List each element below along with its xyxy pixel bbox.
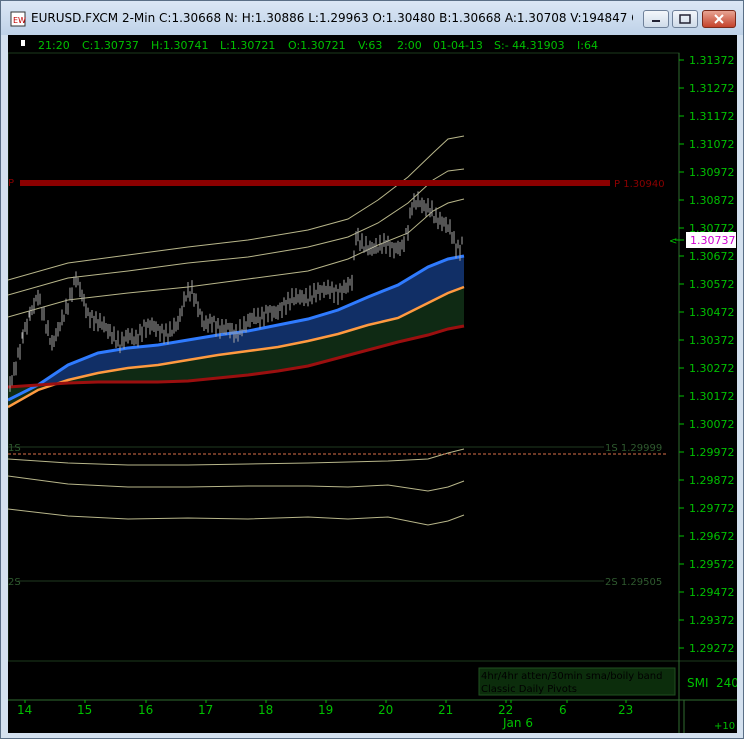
maximize-icon bbox=[679, 14, 691, 24]
time-label: 17 bbox=[198, 703, 213, 717]
time-label: 15 bbox=[77, 703, 92, 717]
app-icon: EW bbox=[10, 11, 26, 27]
price-label: 1.29572 bbox=[689, 558, 735, 571]
pivot-p-line: P P 1.30940 bbox=[8, 178, 665, 190]
price-label: 1.30472 bbox=[689, 306, 735, 319]
pivot-s2-value: 2S 1.29505 bbox=[605, 577, 662, 588]
pivot-s1-value: 1S 1.29999 bbox=[605, 443, 662, 454]
info-high: H:1.30741 bbox=[151, 39, 208, 52]
time-label: 21 bbox=[438, 703, 453, 717]
info-bar: 21:20 C:1.30737 H:1.30741 L:1.30721 O:1.… bbox=[21, 39, 598, 52]
price-label: 1.30572 bbox=[689, 278, 735, 291]
price-label: 1.30872 bbox=[689, 194, 735, 207]
pivot-p-value: P 1.30940 bbox=[614, 179, 665, 190]
chart-canvas[interactable]: 21:20 C:1.30737 H:1.30741 L:1.30721 O:1.… bbox=[7, 35, 739, 733]
chart-window: EW EURUSD.FXCM 2-Min C:1.30668 N: H:1.30… bbox=[0, 0, 744, 739]
price-label: 1.29472 bbox=[689, 586, 735, 599]
price-label: 1.29872 bbox=[689, 474, 735, 487]
price-label: 1.29972 bbox=[689, 446, 735, 459]
time-label: 14 bbox=[17, 703, 32, 717]
info-interval: 2:00 bbox=[397, 39, 422, 52]
price-label: 1.31372 bbox=[689, 54, 735, 67]
bollinger-lower-2 bbox=[7, 475, 465, 492]
time-axis[interactable]: 14 15 16 17 18 19 20 21 22Jan 6 6 23 bbox=[17, 700, 633, 730]
info-time: 21:20 bbox=[38, 39, 70, 52]
indicator-legend: 4hr/4hr atten/30min sma/boily band Class… bbox=[478, 667, 676, 696]
price-label: 1.31272 bbox=[689, 82, 735, 95]
bollinger-lower-1 bbox=[7, 448, 465, 466]
legend-line-2: Classic Daily Pivots bbox=[481, 684, 577, 695]
price-axis[interactable]: 1.31372 1.31272 1.31172 1.31072 1.30972 1.308… bbox=[679, 54, 735, 655]
info-date: 01-04-13 bbox=[433, 39, 483, 52]
window-title: EURUSD.FXCM 2-Min C:1.30668 N: H:1.30886… bbox=[31, 11, 633, 25]
legend-line-1: 4hr/4hr atten/30min sma/boily band bbox=[481, 671, 663, 682]
price-label: 1.31172 bbox=[689, 110, 735, 123]
bollinger-lower-3 bbox=[7, 508, 465, 526]
pivot-p-label: P bbox=[8, 178, 14, 189]
time-label: 20 bbox=[378, 703, 393, 717]
info-low: L:1.30721 bbox=[220, 39, 275, 52]
time-label: 16 bbox=[138, 703, 153, 717]
price-label: 1.30972 bbox=[689, 166, 735, 179]
minimize-button[interactable] bbox=[643, 10, 669, 28]
time-label: 18 bbox=[258, 703, 273, 717]
pivot-s1-line: 1S 1S 1.29999 bbox=[8, 443, 668, 455]
time-label: 23 bbox=[618, 703, 633, 717]
close-icon bbox=[714, 14, 724, 24]
price-label: 1.29772 bbox=[689, 502, 735, 515]
price-label: 1.29372 bbox=[689, 614, 735, 627]
cursor-marker bbox=[21, 40, 25, 46]
time-label: 22 bbox=[498, 703, 513, 717]
price-label: 1.30372 bbox=[689, 334, 735, 347]
info-i-value: I:64 bbox=[577, 39, 598, 52]
svg-text:EW: EW bbox=[13, 16, 26, 25]
minimize-icon bbox=[652, 20, 660, 22]
price-chart[interactable]: 21:20 C:1.30737 H:1.30741 L:1.30721 O:1.… bbox=[7, 35, 739, 733]
price-label: 1.29272 bbox=[689, 642, 735, 655]
current-price-label: 1.30737 bbox=[690, 234, 736, 247]
time-label: 6 bbox=[559, 703, 567, 717]
pivot-s2-line: 2S 2S 1.29505 bbox=[8, 577, 662, 588]
title-bar[interactable]: EW EURUSD.FXCM 2-Min C:1.30668 N: H:1.30… bbox=[1, 1, 743, 35]
svg-text:<: < bbox=[669, 236, 677, 247]
price-label: 1.30172 bbox=[689, 390, 735, 403]
pivot-s2-label: 2S bbox=[8, 577, 21, 588]
info-open: O:1.30721 bbox=[288, 39, 346, 52]
price-label: 1.30672 bbox=[689, 250, 735, 263]
time-label: 19 bbox=[318, 703, 333, 717]
info-volume: V:63 bbox=[358, 39, 382, 52]
price-label: 1.30072 bbox=[689, 418, 735, 431]
pivot-s1-label: 1S bbox=[8, 443, 21, 454]
time-label: Jan 6 bbox=[502, 716, 533, 730]
price-label: 1.29672 bbox=[689, 530, 735, 543]
maximize-button[interactable] bbox=[672, 10, 698, 28]
info-close: C:1.30737 bbox=[82, 39, 139, 52]
smi-label: SMI bbox=[687, 676, 709, 690]
smi-value: 240 bbox=[716, 676, 737, 690]
close-button[interactable] bbox=[702, 10, 736, 28]
price-label: 1.31072 bbox=[689, 138, 735, 151]
price-label: 1.30272 bbox=[689, 362, 735, 375]
info-s-value: S:- 44.31903 bbox=[494, 39, 565, 52]
zoom-control[interactable]: +10 bbox=[714, 721, 735, 732]
